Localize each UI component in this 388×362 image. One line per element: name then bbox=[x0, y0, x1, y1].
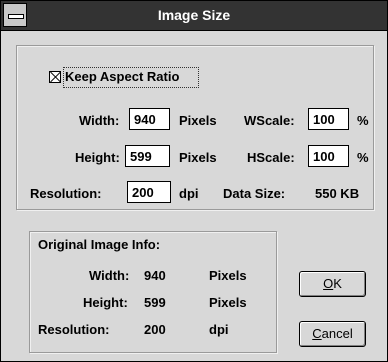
original-width-label: Width: bbox=[89, 268, 130, 283]
image-size-dialog: Image Size Keep Aspect Ratio Width: 940 … bbox=[0, 0, 388, 362]
original-resolution-label: Resolution: bbox=[38, 322, 110, 337]
cancel-label-rest: ancel bbox=[321, 326, 353, 341]
original-height-label: Height: bbox=[83, 295, 128, 310]
ok-button[interactable]: OK bbox=[299, 271, 366, 297]
hscale-input[interactable]: 100 bbox=[308, 145, 349, 167]
original-width-unit: Pixels bbox=[209, 268, 247, 283]
original-height-unit: Pixels bbox=[209, 295, 247, 310]
width-input[interactable]: 940 bbox=[129, 108, 170, 130]
resolution-input[interactable]: 200 bbox=[127, 181, 171, 203]
original-height-value: 599 bbox=[144, 295, 166, 310]
hscale-label: HScale: bbox=[247, 150, 295, 165]
height-label: Height: bbox=[75, 150, 120, 165]
original-resolution-unit: dpi bbox=[209, 322, 229, 337]
resolution-unit: dpi bbox=[179, 186, 199, 201]
cancel-mnemonic: C bbox=[312, 326, 322, 341]
width-label: Width: bbox=[79, 113, 120, 128]
wscale-unit: % bbox=[357, 113, 369, 128]
resolution-label: Resolution: bbox=[30, 186, 102, 201]
height-input[interactable]: 599 bbox=[125, 145, 170, 167]
wscale-input[interactable]: 100 bbox=[308, 108, 349, 130]
window-title: Image Size bbox=[157, 7, 231, 23]
original-info-title: Original Image Info: bbox=[38, 237, 161, 252]
cancel-button[interactable]: Cancel bbox=[299, 321, 366, 347]
original-resolution-value: 200 bbox=[144, 322, 166, 337]
ok-mnemonic: O bbox=[323, 276, 334, 291]
keep-aspect-label[interactable]: Keep Aspect Ratio bbox=[65, 69, 179, 84]
keep-aspect-checkbox[interactable] bbox=[49, 71, 61, 83]
height-unit: Pixels bbox=[179, 150, 217, 165]
data-size-label: Data Size: bbox=[223, 186, 286, 201]
original-width-value: 940 bbox=[144, 268, 166, 283]
ok-label-rest: K bbox=[333, 276, 342, 291]
hscale-unit: % bbox=[357, 150, 369, 165]
width-unit: Pixels bbox=[179, 113, 217, 128]
data-size-value: 550 KB bbox=[315, 186, 360, 201]
title-bar: Image Size bbox=[1, 1, 387, 31]
wscale-label: WScale: bbox=[244, 113, 295, 128]
